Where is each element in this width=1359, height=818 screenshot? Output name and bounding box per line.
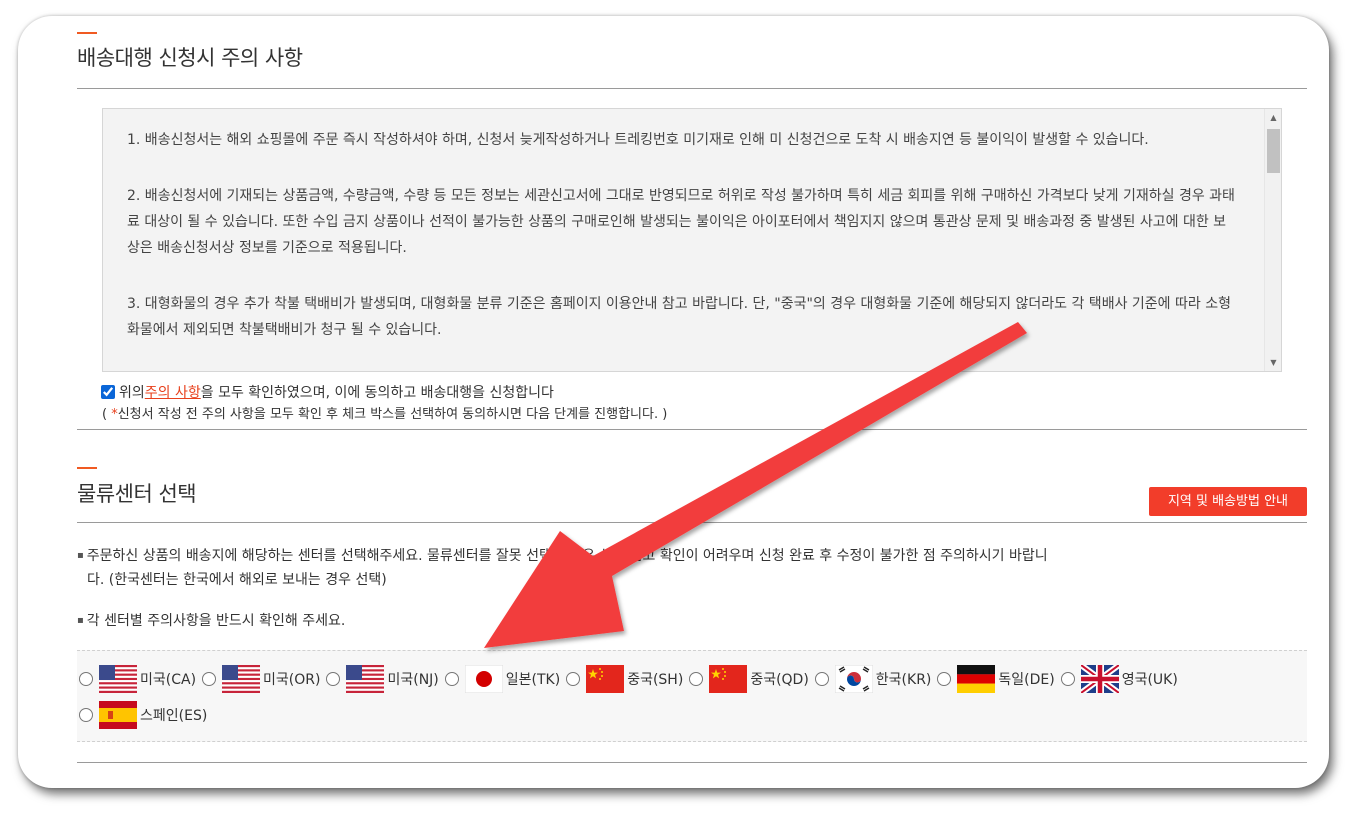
annotation-arrow (484, 322, 1027, 648)
